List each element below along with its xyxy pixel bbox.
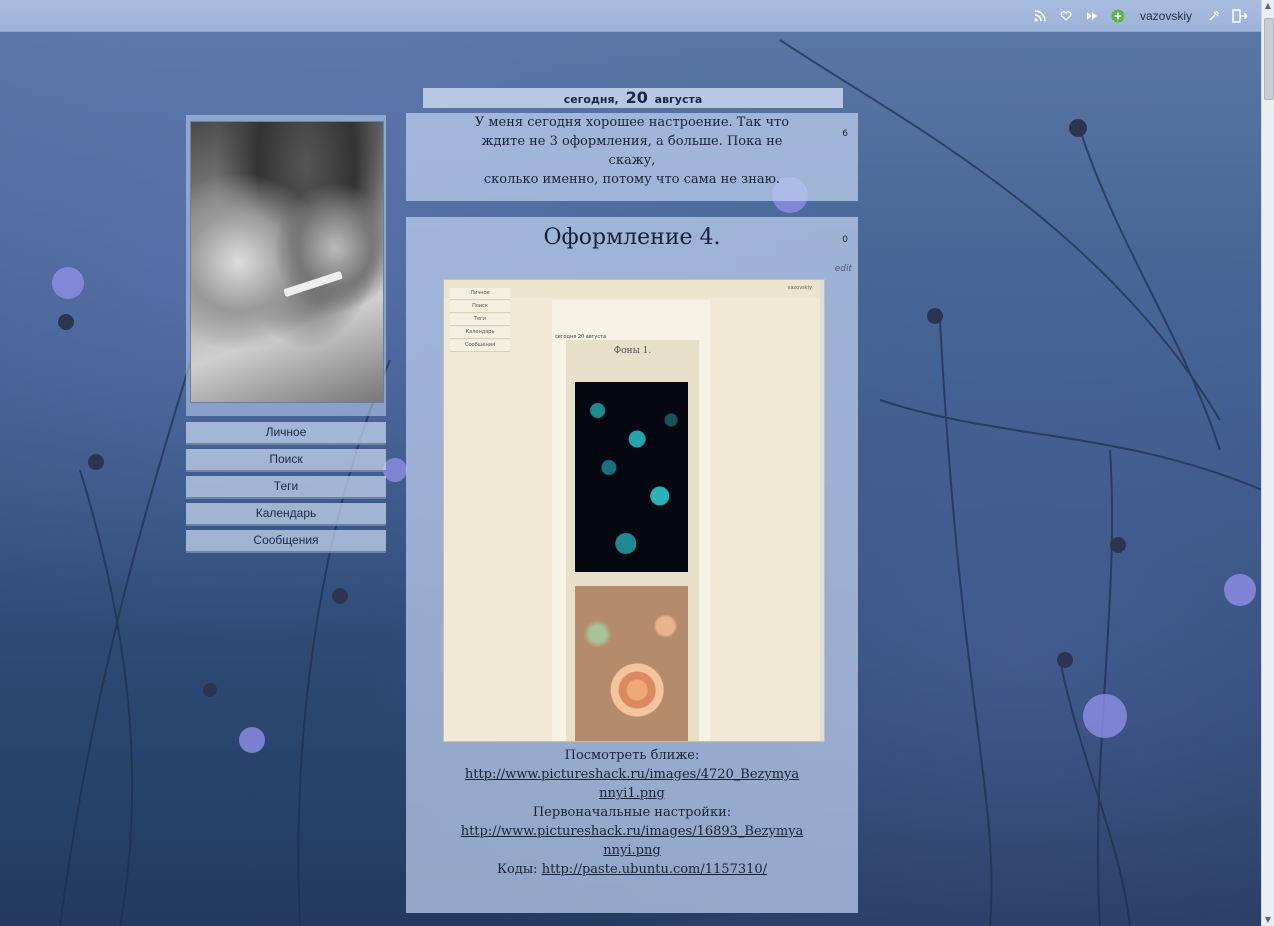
sidebar-item-tags[interactable]: Теги: [186, 476, 386, 499]
preview-background-tile-swirls: [575, 586, 688, 741]
post-line: ждите не 3 оформления, а больше. Пока не…: [481, 134, 783, 168]
settings-link[interactable]: http://www.pictureshack.ru/images/16893_…: [461, 824, 804, 839]
preview-background-tile-flowers: [575, 382, 688, 572]
fast-forward-icon[interactable]: [1084, 8, 1100, 24]
sidebar-item-search[interactable]: Поиск: [186, 449, 386, 472]
preview-link[interactable]: http://www.pictureshack.ru/images/4720_B…: [465, 767, 799, 782]
preview-nav-item: Поиск: [450, 301, 510, 313]
post-body: У меня сегодня хорошее настроение. Так ч…: [462, 113, 802, 189]
preview-link-continued[interactable]: nnyi1.png: [599, 786, 665, 801]
preview-nav-item: Сообщения: [450, 340, 510, 352]
preview-username: vazovskiy: [787, 285, 812, 291]
preview-nav-item: Теги: [450, 314, 510, 326]
settings-icon[interactable]: [1206, 8, 1222, 24]
post-line: У меня сегодня хорошее настроение. Так ч…: [474, 115, 790, 130]
avatar-photo-detail: [283, 270, 343, 298]
sidebar-item-calendar[interactable]: Календарь: [186, 503, 386, 526]
scroll-down-icon[interactable]: ▼: [1262, 914, 1274, 926]
preview-title: Фоны 1.: [613, 346, 652, 356]
edit-link[interactable]: edit: [835, 264, 852, 274]
top-toolbar: vazovskiy: [0, 0, 1262, 32]
post-title: Оформление 4.: [543, 225, 721, 250]
settings-link-continued[interactable]: nnyi.png: [603, 843, 660, 858]
avatar: [190, 121, 384, 403]
rss-icon[interactable]: [1032, 8, 1048, 24]
post-line: Первоначальные настройки:: [532, 805, 732, 820]
preview-sidebar: Личное Поиск Теги Календарь Сообщения: [450, 288, 510, 353]
preview-nav-item: Личное: [450, 288, 510, 300]
sidebar-item-personal[interactable]: Личное: [186, 422, 386, 445]
sidebar-nav: Личное Поиск Теги Календарь Сообщения: [186, 422, 386, 557]
date-day: 20: [625, 88, 648, 107]
add-icon[interactable]: [1110, 8, 1126, 24]
codes-label: Коды:: [496, 862, 538, 877]
comment-count[interactable]: 6: [842, 129, 848, 139]
sidebar-item-messages[interactable]: Сообщения: [186, 530, 386, 553]
preview-scrollbar: [820, 280, 824, 741]
avatar-frame: [186, 115, 386, 416]
post-line: Посмотреть ближе:: [564, 748, 700, 763]
scroll-up-icon[interactable]: ▲: [1262, 0, 1274, 12]
heart-icon[interactable]: [1058, 8, 1074, 24]
post-image[interactable]: vazovskiy Личное Поиск Теги Календарь Со…: [443, 279, 825, 742]
post-links: Посмотреть ближе: http://www.pictureshac…: [406, 746, 858, 879]
scrollbar-thumb[interactable]: [1264, 18, 1274, 100]
post-entry: У меня сегодня хорошее настроение. Так ч…: [406, 113, 858, 201]
post-line: сколько именно, потому что сама не знаю.: [483, 172, 781, 187]
comment-count[interactable]: 0: [842, 235, 848, 245]
username-link[interactable]: vazovskiy: [1136, 9, 1196, 23]
preview-nav-item: Календарь: [450, 327, 510, 339]
date-header: сегодня, 20 августа: [423, 88, 843, 108]
date-prefix: сегодня,: [563, 93, 619, 106]
page-scrollbar[interactable]: ▲ ▼: [1261, 0, 1274, 926]
logout-icon[interactable]: [1232, 8, 1248, 24]
toolbar-icons: vazovskiy: [1032, 7, 1248, 25]
codes-link[interactable]: http://paste.ubuntu.com/1157310/: [542, 862, 767, 877]
date-month: августа: [654, 93, 703, 106]
